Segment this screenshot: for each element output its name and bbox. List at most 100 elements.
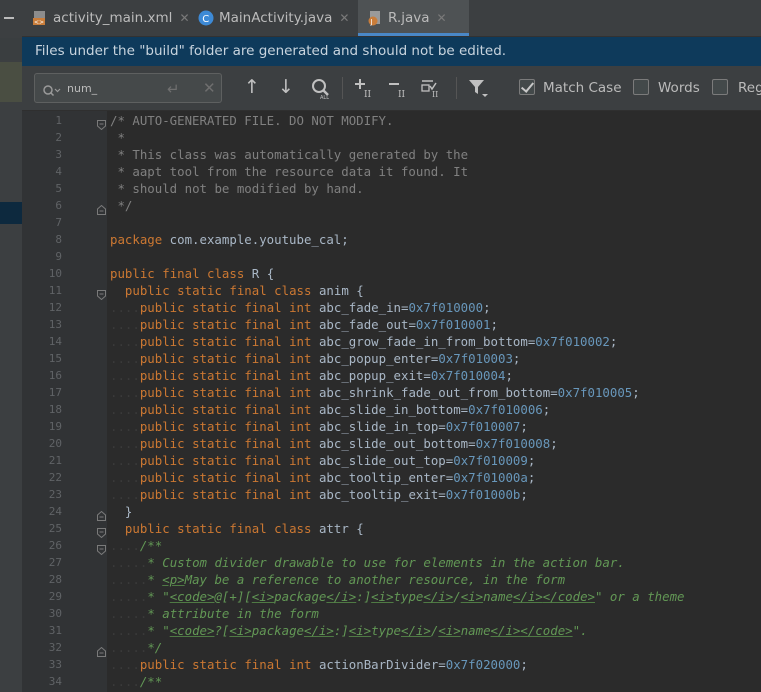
code-line[interactable]: 5 * should not be modified by hand. bbox=[22, 180, 761, 197]
code-line[interactable]: 18 ....public static final int abc_slide_… bbox=[22, 401, 761, 418]
line-number: 6 bbox=[55, 199, 62, 212]
fold-marker-icon[interactable] bbox=[97, 540, 106, 556]
code-line[interactable]: 25 public static final class attr { bbox=[22, 520, 761, 539]
line-number: 11 bbox=[48, 284, 62, 297]
svg-text:C: C bbox=[202, 14, 209, 25]
code-line[interactable]: 8 package com.example.youtube_cal; bbox=[22, 231, 761, 248]
code-text: .....* Custom divider drawable to use fo… bbox=[110, 555, 625, 570]
collapse-icon[interactable] bbox=[4, 17, 14, 19]
tab-activity-main-xml[interactable]: <> activity_main.xml ✕ bbox=[22, 0, 190, 36]
search-icon[interactable] bbox=[43, 82, 61, 101]
code-line[interactable]: 27 .....* Custom divider drawable to use … bbox=[22, 554, 761, 571]
line-number: 31 bbox=[48, 624, 62, 637]
line-number: 27 bbox=[48, 556, 62, 569]
words-label[interactable]: Words bbox=[658, 79, 700, 97]
regex-label[interactable]: Reg bbox=[738, 79, 761, 97]
line-number: 7 bbox=[55, 216, 62, 229]
code-line[interactable]: 7 bbox=[22, 214, 761, 231]
svg-text:II: II bbox=[398, 90, 406, 99]
fold-marker-icon[interactable] bbox=[97, 200, 106, 215]
code-line[interactable]: 28 .....* <p>May be a reference to anothe… bbox=[22, 571, 761, 588]
line-number: 29 bbox=[48, 590, 62, 603]
close-icon[interactable]: ✕ bbox=[339, 11, 349, 25]
line-number: 4 bbox=[55, 165, 62, 178]
code-line[interactable]: 13 ....public static final int abc_fade_o… bbox=[22, 316, 761, 333]
search-input[interactable] bbox=[67, 79, 157, 97]
code-line[interactable]: 21 ....public static final int abc_slide_… bbox=[22, 452, 761, 469]
words-checkbox[interactable] bbox=[633, 79, 649, 95]
line-number: 2 bbox=[55, 131, 62, 144]
match-case-label[interactable]: Match Case bbox=[543, 79, 622, 97]
add-occurrence-icon[interactable]: II bbox=[354, 77, 378, 103]
code-line[interactable]: 3 * This class was automatically generat… bbox=[22, 146, 761, 163]
code-line[interactable]: 26 ..../** bbox=[22, 537, 761, 556]
code-editor[interactable]: 1/* AUTO-GENERATED FILE. DO NOT MODIFY. 2… bbox=[22, 111, 761, 692]
code-text: ....public static final int abc_popup_en… bbox=[110, 351, 521, 366]
match-case-checkbox[interactable] bbox=[519, 79, 535, 95]
code-line[interactable]: 17 ....public static final int abc_shrink… bbox=[22, 384, 761, 401]
tab-label: activity_main.xml bbox=[53, 10, 173, 26]
filter-icon[interactable] bbox=[468, 79, 490, 103]
line-number: 19 bbox=[48, 420, 62, 433]
code-line[interactable]: 22 ....public static final int abc_toolti… bbox=[22, 469, 761, 486]
code-text: ....public static final int abc_grow_fad… bbox=[110, 334, 618, 349]
code-line[interactable]: 12 ....public static final int abc_fade_i… bbox=[22, 299, 761, 316]
code-text: package com.example.youtube_cal; bbox=[110, 232, 349, 247]
fold-marker-icon[interactable] bbox=[97, 506, 106, 521]
code-line[interactable]: 15 ....public static final int abc_popup_… bbox=[22, 350, 761, 367]
code-line[interactable]: 29 .....* "<code>@[+][<i>package</i>:]<i>… bbox=[22, 588, 761, 605]
next-occurrence-icon[interactable]: ↓ bbox=[278, 77, 294, 97]
close-icon[interactable]: ✕ bbox=[179, 11, 189, 25]
svg-text:II: II bbox=[364, 90, 372, 99]
tab-r-java[interactable]: J R.java ✕ bbox=[358, 0, 469, 36]
line-number: 1 bbox=[55, 114, 62, 127]
select-all-occurrences-icon[interactable]: II bbox=[421, 77, 445, 103]
line-number: 34 bbox=[48, 675, 62, 688]
code-text: ....public static final int abc_tooltip_… bbox=[110, 470, 536, 485]
fold-marker-icon[interactable] bbox=[97, 523, 106, 539]
fold-marker-icon[interactable] bbox=[97, 285, 106, 301]
regex-checkbox[interactable] bbox=[712, 79, 728, 95]
code-line[interactable]: 33 ....public static final int actionBarD… bbox=[22, 656, 761, 673]
line-number: 3 bbox=[55, 148, 62, 161]
code-line[interactable]: 1 /* AUTO-GENERATED FILE. DO NOT MODIFY. bbox=[22, 112, 761, 131]
code-line[interactable]: 23 ....public static final int abc_toolti… bbox=[22, 486, 761, 503]
tab-label: MainActivity.java bbox=[219, 10, 333, 26]
search-box: ↵ ✕ bbox=[34, 73, 222, 103]
fold-marker-icon[interactable] bbox=[97, 642, 106, 657]
code-line[interactable]: 2 * bbox=[22, 129, 761, 146]
find-all-icon[interactable]: ALL bbox=[310, 78, 332, 104]
code-line[interactable]: 6 */ bbox=[22, 197, 761, 215]
previous-occurrence-icon[interactable]: ↑ bbox=[244, 77, 260, 97]
code-line[interactable]: 31 .....* "<code>?[<i>package</i>:]<i>typ… bbox=[22, 622, 761, 639]
code-line[interactable]: 34 ..../** bbox=[22, 673, 761, 690]
code-line[interactable]: 16 ....public static final int abc_popup_… bbox=[22, 367, 761, 384]
code-text: ....public static final int abc_fade_out… bbox=[110, 317, 498, 332]
code-line[interactable]: 19 ....public static final int abc_slide_… bbox=[22, 418, 761, 435]
fold-marker-icon[interactable] bbox=[97, 115, 106, 131]
close-icon[interactable]: ✕ bbox=[436, 11, 446, 25]
panel-row bbox=[0, 62, 22, 102]
code-line[interactable]: 20 ....public static final int abc_slide_… bbox=[22, 435, 761, 452]
tab-label: R.java bbox=[388, 10, 430, 26]
code-line[interactable]: 14 ....public static final int abc_grow_f… bbox=[22, 333, 761, 350]
panel-selected-row[interactable] bbox=[0, 202, 22, 224]
code-text: ....public static final int actionBarDiv… bbox=[110, 657, 528, 672]
generated-file-banner: Files under the "build" folder are gener… bbox=[22, 37, 761, 66]
code-line[interactable]: 4 * aapt tool from the resource data it … bbox=[22, 163, 761, 180]
line-number: 18 bbox=[48, 403, 62, 416]
code-line[interactable]: 32 .....*/ bbox=[22, 639, 761, 657]
svg-text:ALL: ALL bbox=[320, 95, 329, 100]
tab-main-activity-java[interactable]: C MainActivity.java ✕ bbox=[190, 0, 358, 36]
line-number: 14 bbox=[48, 335, 62, 348]
code-line[interactable]: 9 bbox=[22, 248, 761, 265]
code-line[interactable]: 30 .....* attribute in the form bbox=[22, 605, 761, 622]
clear-icon[interactable]: ✕ bbox=[203, 79, 216, 97]
new-line-icon[interactable]: ↵ bbox=[167, 80, 180, 98]
code-line[interactable]: 11 public static final class anim { bbox=[22, 282, 761, 301]
code-line[interactable]: 10 public final class R { bbox=[22, 265, 761, 282]
line-number: 9 bbox=[55, 250, 62, 263]
svg-text:J: J bbox=[370, 18, 373, 26]
code-line[interactable]: 24 } bbox=[22, 503, 761, 521]
remove-occurrence-icon[interactable]: II bbox=[388, 77, 412, 103]
